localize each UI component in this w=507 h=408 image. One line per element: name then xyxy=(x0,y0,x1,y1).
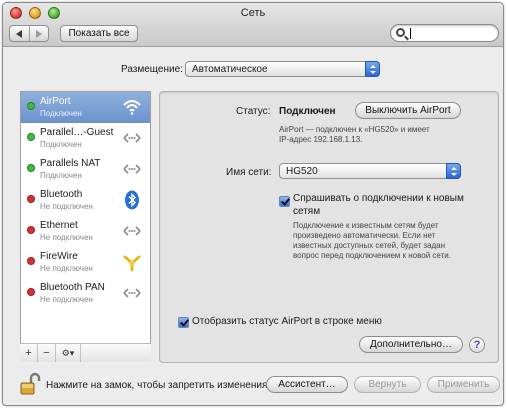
window-title: Сеть xyxy=(240,7,266,19)
ethernet-icon xyxy=(123,133,141,143)
show-all-button[interactable]: Показать все xyxy=(60,25,138,42)
network-name-label: Имя сети: xyxy=(226,167,272,178)
forward-button[interactable] xyxy=(28,26,49,41)
service-item-airport[interactable]: AirPort Подключен xyxy=(21,92,150,123)
action-menu-button[interactable]: ⚙▾ xyxy=(56,344,81,362)
ask-to-join-checkbox[interactable] xyxy=(279,196,290,207)
service-list-controls: + − ⚙▾ xyxy=(20,343,151,362)
service-name: Bluetooth PAN xyxy=(40,282,105,293)
ethernet-icon xyxy=(123,288,141,298)
location-label: Размещение: xyxy=(121,64,183,75)
service-item-bluetooth-pan[interactable]: Bluetooth PAN Не подключен xyxy=(21,278,150,309)
revert-button[interactable]: Вернуть xyxy=(354,376,421,393)
firewire-icon xyxy=(123,255,141,272)
service-status: Не подключен xyxy=(40,264,93,273)
assistant-button[interactable]: Ассистент… xyxy=(266,376,348,393)
service-name: AirPort xyxy=(40,96,71,107)
ethernet-icon xyxy=(123,226,141,236)
lock-icon[interactable] xyxy=(19,372,41,396)
status-label: Статус: xyxy=(236,106,271,117)
service-status: Не подключен xyxy=(40,202,93,211)
wifi-icon xyxy=(123,100,141,115)
search-input[interactable] xyxy=(390,24,499,42)
status-dot xyxy=(27,164,35,172)
popup-arrows-icon xyxy=(365,61,380,77)
service-item-parallel-guest[interactable]: Parallel…-Guest Подключен xyxy=(21,123,150,154)
advanced-button[interactable]: Дополнительно… xyxy=(359,336,463,353)
back-forward-control xyxy=(9,25,49,42)
location-popup[interactable]: Автоматическое xyxy=(185,61,380,77)
ask-to-join-label-line-1: Спрашивать о подключении к новым xyxy=(293,193,464,204)
network-name-popup[interactable]: HG520 xyxy=(279,163,461,179)
service-item-firewire[interactable]: FireWire Не подключен xyxy=(21,247,150,278)
bluetooth-icon xyxy=(125,190,139,210)
status-description-line-1: AirPort — подключен к «HG520» и имеет xyxy=(279,125,430,134)
ethernet-icon xyxy=(123,164,141,174)
add-service-button[interactable]: + xyxy=(20,344,38,362)
text-cursor xyxy=(410,28,411,39)
status-dot xyxy=(27,257,35,265)
back-button[interactable] xyxy=(10,26,29,41)
service-name: Parallel…-Guest xyxy=(40,127,114,138)
status-dot xyxy=(27,226,35,234)
disconnect-airport-button[interactable]: Выключить AirPort xyxy=(355,102,461,119)
lock-hint-text: Нажмите на замок, чтобы запретить измене… xyxy=(46,380,271,391)
status-dot xyxy=(27,195,35,203)
help-button[interactable]: ? xyxy=(469,337,485,353)
ask-to-join-note-line-3: известных доступных сетей, будет задан xyxy=(293,241,446,250)
chevron-right-icon xyxy=(35,29,42,38)
popup-arrows-icon xyxy=(446,163,461,179)
service-status: Подключен xyxy=(40,171,82,180)
remove-service-button[interactable]: − xyxy=(38,344,56,362)
ask-to-join-note-line-4: вопрос перед подключением к новой сети. xyxy=(293,251,451,260)
show-menu-status-checkbox[interactable] xyxy=(178,317,189,328)
search-icon xyxy=(396,28,405,37)
network-name-value: HG520 xyxy=(286,165,318,177)
status-dot xyxy=(27,102,35,110)
network-preferences-window: Сеть Показать все Размещение: Автоматиче… xyxy=(2,2,504,406)
status-description-line-2: IP-адрес 192.168.1.13. xyxy=(279,135,363,144)
show-menu-status-label: Отобразить статус AirPort в строке меню xyxy=(192,316,382,327)
service-status: Не подключен xyxy=(40,295,93,304)
service-item-ethernet[interactable]: Ethernet Не подключен xyxy=(21,216,150,247)
service-item-bluetooth[interactable]: Bluetooth Не подключен xyxy=(21,185,150,216)
ask-to-join-note-line-2: произведено автоматически. Если нет xyxy=(293,231,436,240)
chevron-left-icon xyxy=(16,29,23,38)
service-status: Не подключен xyxy=(40,233,93,242)
service-name: Parallels NAT xyxy=(40,158,101,169)
service-name: Bluetooth xyxy=(40,189,83,200)
service-name: Ethernet xyxy=(40,220,78,231)
service-status: Подключен xyxy=(40,140,82,149)
service-item-parallels-nat[interactable]: Parallels NAT Подключен xyxy=(21,154,150,185)
service-name: FireWire xyxy=(40,251,78,262)
ask-to-join-label-line-2: сетям xyxy=(293,206,321,217)
ask-to-join-note-line-1: Подключение к известным сетям будет xyxy=(293,221,439,230)
title-bar: Сеть Показать все xyxy=(3,3,503,47)
status-dot xyxy=(27,288,35,296)
status-value: Подключен xyxy=(279,106,336,117)
status-dot xyxy=(27,133,35,141)
apply-button[interactable]: Применить xyxy=(427,376,500,393)
location-value: Автоматическое xyxy=(192,63,268,75)
service-status: Подключен xyxy=(40,109,82,118)
